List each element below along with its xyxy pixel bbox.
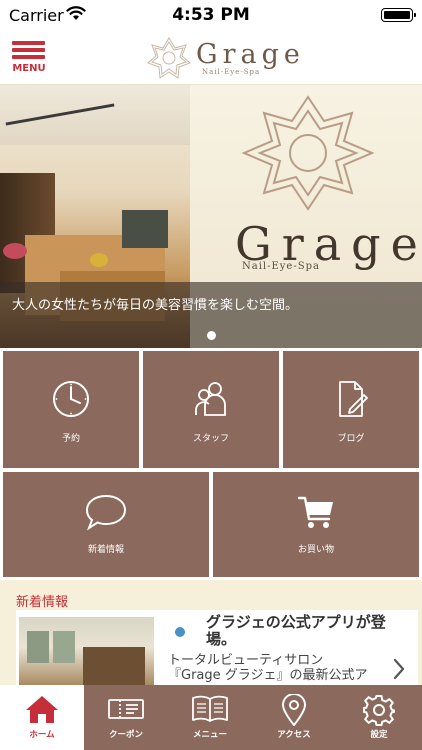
tab-home[interactable]: ホーム (0, 685, 84, 750)
tab-label: アクセス (277, 730, 311, 740)
tile-reservation[interactable]: 予約 (3, 351, 139, 468)
cart-icon (213, 492, 419, 532)
unread-indicator (175, 627, 185, 637)
app-header: MENU Grage Nail-Eye-Spa (0, 30, 422, 85)
logo-text: Grage (196, 39, 305, 70)
tab-label: クーポン (108, 730, 143, 740)
staff-icon (143, 379, 279, 419)
battery-icon (381, 8, 416, 22)
sign-subtitle: Nail-Eye-Spa (242, 261, 320, 272)
coupon-icon (84, 694, 168, 726)
tile-label: お買い物 (297, 545, 334, 555)
hero-carousel[interactable]: Grage Nail-Eye-Spa 大人の女性たちが毎日の美容習慣を楽しむ空間… (0, 85, 422, 348)
tile-shopping[interactable]: お買い物 (213, 472, 419, 577)
book-icon (168, 694, 252, 726)
logo-emblem-icon (147, 37, 191, 79)
news-body-line: 『Grage グラジェ』の最新公式ア (168, 668, 368, 683)
menu-label: MENU (12, 63, 46, 74)
gear-icon (336, 694, 422, 726)
news-title: グラジェの公式アプリが登場。 (206, 613, 386, 648)
logo-subtitle: Nail-Eye-Spa (202, 68, 261, 76)
carousel-page-dot[interactable] (207, 331, 216, 340)
news-heading: 新着情報 (16, 595, 69, 610)
menu-grid: 予約 スタッフ ブログ 新着情報 お買い物 (0, 348, 422, 580)
blog-icon (283, 379, 419, 419)
hamburger-line (12, 48, 45, 52)
logo: Grage Nail-Eye-Spa (146, 35, 300, 81)
news-body: トータルビューティサロン 『Grage グラジェ』の最新公式ア (168, 653, 400, 683)
tab-bar: ホーム クーポン メニュー アクセス 設定 (0, 685, 422, 750)
tab-label: 設定 (370, 730, 388, 740)
tab-settings[interactable]: 設定 (336, 685, 422, 750)
tile-label: 予約 (61, 434, 80, 444)
tile-label: スタッフ (192, 434, 229, 444)
chevron-right-icon (392, 657, 406, 685)
menu-button[interactable]: MENU (12, 39, 46, 79)
tab-label: メニュー (192, 730, 227, 740)
hamburger-icon (12, 41, 45, 45)
status-time: 4:53 PM (172, 5, 250, 25)
tab-coupon[interactable]: クーポン (84, 685, 168, 750)
sign-emblem-icon (241, 95, 375, 211)
tab-menu[interactable]: メニュー (168, 685, 252, 750)
tile-staff[interactable]: スタッフ (143, 351, 279, 468)
hero-caption: 大人の女性たちが毎日の美容習慣を楽しむ空間。 (12, 298, 299, 313)
tile-news[interactable]: 新着情報 (3, 472, 209, 577)
news-item[interactable]: グラジェの公式アプリが登場。 トータルビューティサロン 『Grage グラジェ』… (16, 610, 418, 685)
speech-bubble-icon (3, 492, 209, 532)
clock-icon (3, 379, 139, 419)
map-pin-icon (252, 694, 336, 726)
hamburger-line (12, 55, 45, 59)
news-body-line: トータルビューティサロン (168, 653, 324, 668)
tile-blog[interactable]: ブログ (283, 351, 419, 468)
status-bar: Carrier 4:53 PM (0, 0, 422, 30)
home-icon (0, 694, 84, 726)
tile-label: 新着情報 (87, 545, 124, 555)
news-thumbnail (19, 617, 154, 685)
tab-label: ホーム (29, 730, 55, 740)
tab-access[interactable]: アクセス (252, 685, 336, 750)
tile-label: ブログ (337, 434, 365, 444)
